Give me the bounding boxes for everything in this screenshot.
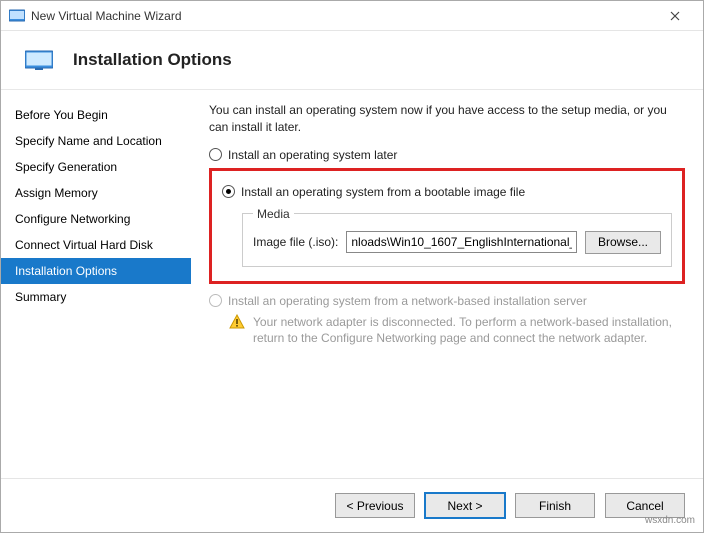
finish-button[interactable]: Finish (515, 493, 595, 518)
radio-icon (209, 294, 222, 307)
highlighted-option-box: Install an operating system from a boota… (209, 168, 685, 284)
media-legend: Media (253, 207, 294, 221)
image-file-label: Image file (.iso): (253, 235, 338, 249)
wizard-body: Before You Begin Specify Name and Locati… (1, 89, 703, 478)
sidebar-item-specify-generation[interactable]: Specify Generation (1, 154, 191, 180)
monitor-icon (25, 49, 53, 71)
watermark: wsxdn.com (645, 515, 695, 526)
sidebar: Before You Begin Specify Name and Locati… (1, 90, 191, 478)
wizard-footer: < Previous Next > Finish Cancel (1, 478, 703, 532)
sidebar-item-configure-networking[interactable]: Configure Networking (1, 206, 191, 232)
network-warning: Your network adapter is disconnected. To… (229, 314, 685, 348)
option-install-bootable-label: Install an operating system from a boota… (241, 185, 525, 199)
window-title: New Virtual Machine Wizard (31, 9, 655, 23)
radio-icon (222, 185, 235, 198)
network-warning-text: Your network adapter is disconnected. To… (253, 314, 685, 348)
wizard-header: Installation Options (1, 31, 703, 89)
media-group: Media Image file (.iso): Browse... (242, 207, 672, 267)
sidebar-item-specify-name[interactable]: Specify Name and Location (1, 128, 191, 154)
next-button[interactable]: Next > (425, 493, 505, 518)
option-install-network-label: Install an operating system from a netwo… (228, 294, 587, 308)
previous-button[interactable]: < Previous (335, 493, 415, 518)
wizard-window: New Virtual Machine Wizard Installation … (0, 0, 704, 533)
sidebar-item-summary[interactable]: Summary (1, 284, 191, 310)
content-pane: You can install an operating system now … (191, 90, 703, 478)
close-button[interactable] (655, 2, 695, 30)
option-install-network: Install an operating system from a netwo… (209, 294, 685, 308)
browse-button[interactable]: Browse... (585, 231, 661, 254)
titlebar: New Virtual Machine Wizard (1, 1, 703, 31)
app-icon (9, 8, 25, 24)
image-file-input[interactable] (346, 231, 577, 253)
option-install-later-label: Install an operating system later (228, 148, 397, 162)
option-install-bootable[interactable]: Install an operating system from a boota… (222, 185, 672, 199)
sidebar-item-assign-memory[interactable]: Assign Memory (1, 180, 191, 206)
intro-text: You can install an operating system now … (209, 102, 685, 136)
sidebar-item-connect-vhd[interactable]: Connect Virtual Hard Disk (1, 232, 191, 258)
sidebar-item-installation-options[interactable]: Installation Options (1, 258, 191, 284)
page-title: Installation Options (73, 50, 232, 70)
option-install-network-section: Install an operating system from a netwo… (209, 294, 685, 348)
radio-icon (209, 148, 222, 161)
warning-icon (229, 314, 245, 330)
sidebar-item-before-you-begin[interactable]: Before You Begin (1, 102, 191, 128)
option-install-later[interactable]: Install an operating system later (209, 148, 685, 162)
